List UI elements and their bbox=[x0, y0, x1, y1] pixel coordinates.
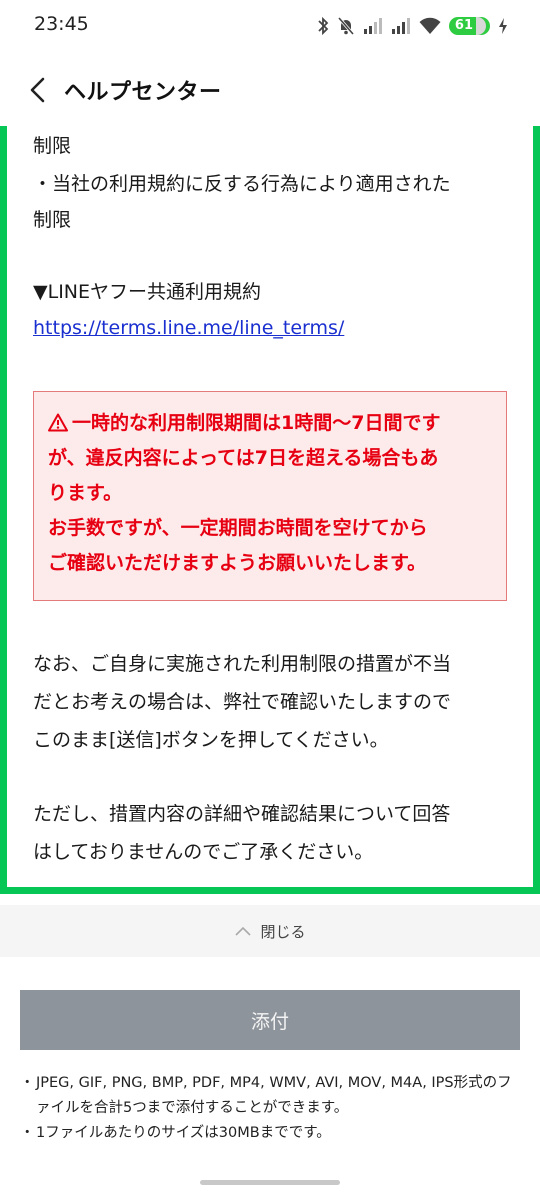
attachment-notes: ・ JPEG, GIF, PNG, BMP, PDF, MP4, WMV, AVI… bbox=[20, 1071, 525, 1146]
content-text-line: 制限 bbox=[33, 135, 72, 157]
warning-notice: 一時的な利用制限期間は1時間〜7日間です が、違反内容によっては7日を超える場合… bbox=[33, 391, 507, 601]
status-icons: 61 bbox=[317, 14, 508, 38]
warning-line: 一時的な利用制限期間は1時間〜7日間です bbox=[48, 406, 496, 441]
close-button[interactable]: 閉じる bbox=[0, 905, 540, 957]
back-button[interactable] bbox=[20, 72, 56, 108]
battery-level: 61 bbox=[454, 18, 473, 33]
status-time: 23:45 bbox=[34, 13, 89, 35]
page-title: ヘルプセンター bbox=[64, 80, 222, 105]
warning-line: ご確認いただけますようお願いいたします。 bbox=[48, 552, 427, 574]
content-text-line: ただし、措置内容の詳細や確認結果について回答 bbox=[33, 803, 451, 825]
note-item: ・ 1ファイルあたりのサイズは30MBまでです。 bbox=[20, 1121, 525, 1146]
signal-icon-2 bbox=[391, 18, 410, 34]
content-text-line: なお、ご自身に実施された利用制限の措置が不当 bbox=[33, 653, 452, 675]
chevron-left-icon bbox=[30, 77, 45, 103]
battery-empty-part bbox=[476, 17, 486, 35]
mute-bell-icon bbox=[337, 17, 355, 35]
charging-icon bbox=[499, 18, 507, 34]
close-label: 閉じる bbox=[260, 922, 306, 941]
note-text: 1ファイルあたりのサイズは30MBまでです。 bbox=[36, 1125, 331, 1141]
content-text-line: だとお考えの場合は、弊社で確認いたしますので bbox=[33, 691, 452, 713]
chevron-up-icon bbox=[235, 926, 252, 936]
help-content-panel: 制限 ・当社の利用規約に反する行為により適用された 制限 ▼LINEヤフー共通利… bbox=[0, 126, 540, 894]
content-text-line: 制限 bbox=[33, 209, 72, 231]
battery-indicator: 61 bbox=[448, 17, 490, 35]
warning-line-text: 一時的な利用制限期間は1時間〜7日間です bbox=[72, 412, 441, 434]
content-text-line: このまま[送信]ボタンを押してください。 bbox=[33, 729, 389, 751]
terms-heading: ▼LINEヤフー共通利用規約 bbox=[33, 281, 262, 303]
status-bar: 23:45 61 bbox=[0, 0, 540, 52]
warning-triangle-icon bbox=[48, 413, 68, 432]
warning-line: が、違反内容によっては7日を超える場合もあ bbox=[48, 447, 439, 469]
warning-text: 一時的な利用制限期間は1時間〜7日間です が、違反内容によっては7日を超える場合… bbox=[48, 406, 496, 581]
signal-icon-1 bbox=[363, 18, 382, 34]
content-text-line: はしておりませんのでご了承ください。 bbox=[33, 841, 374, 863]
warning-line: ります。 bbox=[48, 482, 123, 504]
note-item: ・ JPEG, GIF, PNG, BMP, PDF, MP4, WMV, AVI… bbox=[20, 1071, 525, 1121]
home-indicator[interactable] bbox=[200, 1180, 340, 1185]
wifi-icon bbox=[419, 17, 441, 34]
app-header: ヘルプセンター bbox=[0, 52, 540, 128]
attach-button[interactable]: 添付 bbox=[20, 990, 520, 1050]
warning-line: お手数ですが、一定期間お時間を空けてから bbox=[48, 517, 428, 539]
note-text: JPEG, GIF, PNG, BMP, PDF, MP4, WMV, AVI,… bbox=[36, 1075, 512, 1116]
content-text-line: ・当社の利用規約に反する行為により適用された bbox=[33, 173, 451, 195]
bluetooth-icon bbox=[318, 16, 329, 36]
terms-link[interactable]: https://terms.line.me/line_terms/ bbox=[33, 310, 344, 346]
